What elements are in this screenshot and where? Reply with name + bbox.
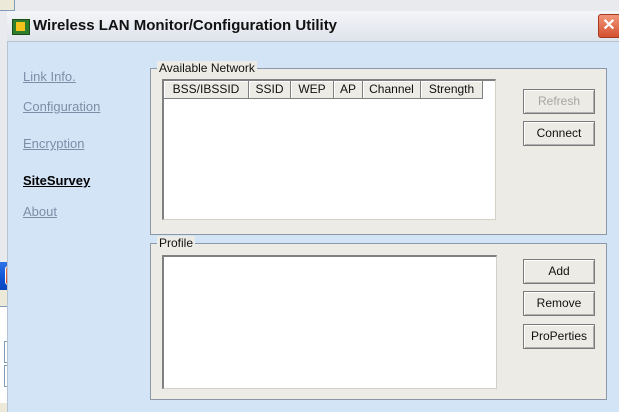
column-header-strength[interactable]: Strength (421, 81, 483, 99)
network-list[interactable]: BSS/IBSSID SSID WEP AP Channel Strength (162, 79, 496, 220)
column-header-bssid[interactable]: BSS/IBSSID (164, 81, 249, 99)
add-button[interactable]: Add (523, 259, 595, 284)
network-list-header: BSS/IBSSID SSID WEP AP Channel Strength (164, 81, 483, 99)
app-icon (12, 19, 30, 35)
nav-sitesurvey[interactable]: SiteSurvey (23, 173, 90, 188)
profile-group: Profile Add Remove ProPerties (150, 236, 607, 400)
background-window-frame (0, 0, 15, 11)
column-header-ssid[interactable]: SSID (249, 81, 291, 99)
available-network-group: Available Network BSS/IBSSID SSID WEP AP… (150, 61, 607, 235)
column-header-channel[interactable]: Channel (363, 81, 421, 99)
refresh-button[interactable]: Refresh (523, 89, 595, 114)
nav-link-info[interactable]: Link Info. (23, 69, 76, 84)
window-border (7, 42, 8, 412)
profile-legend: Profile (157, 236, 196, 250)
window-title: Wireless LAN Monitor/Configuration Utili… (33, 17, 338, 34)
nav-configuration[interactable]: Configuration (23, 99, 100, 114)
column-header-wep[interactable]: WEP (291, 81, 334, 99)
remove-button[interactable]: Remove (523, 291, 595, 316)
profile-list[interactable] (162, 255, 497, 389)
available-network-legend: Available Network (157, 61, 257, 75)
main-window: Wireless LAN Monitor/Configuration Utili… (7, 11, 619, 412)
nav-about[interactable]: About (23, 204, 57, 219)
nav-encryption[interactable]: Encryption (23, 136, 84, 151)
close-icon[interactable]: ✕ (598, 14, 619, 38)
column-header-ap[interactable]: AP (334, 81, 363, 99)
connect-button[interactable]: Connect (523, 121, 595, 146)
properties-button[interactable]: ProPerties (523, 324, 595, 349)
title-bar: Wireless LAN Monitor/Configuration Utili… (7, 11, 619, 42)
